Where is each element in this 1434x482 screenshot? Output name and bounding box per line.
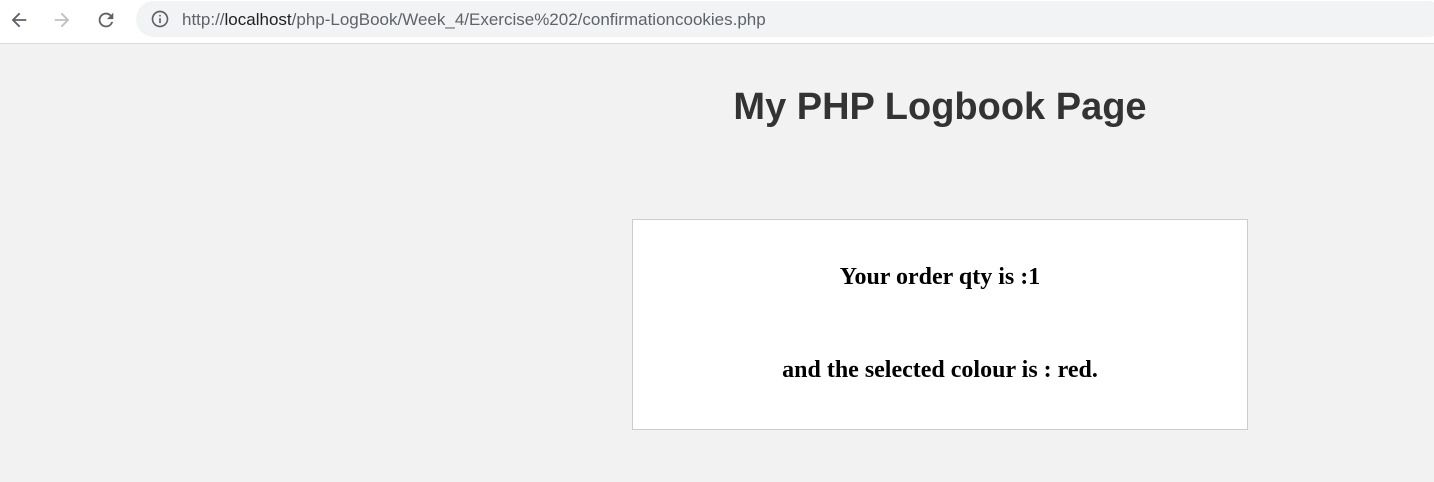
- arrow-left-icon: [11, 12, 27, 28]
- info-circle-icon[interactable]: [150, 9, 170, 29]
- back-button[interactable]: [5, 6, 33, 34]
- order-confirmation-box: Your order qty is :1 and the selected co…: [632, 219, 1248, 430]
- address-bar[interactable]: http://localhost/php-LogBook/Week_4/Exer…: [136, 1, 1434, 37]
- url-text[interactable]: http://localhost/php-LogBook/Week_4/Exer…: [182, 10, 766, 30]
- page-title: My PHP Logbook Page: [733, 86, 1147, 128]
- reload-icon: [98, 12, 114, 28]
- url-host: localhost: [224, 10, 292, 29]
- selected-colour-text: and the selected colour is : red.: [782, 357, 1098, 383]
- reload-button[interactable]: [92, 6, 120, 34]
- arrow-right-icon: [54, 12, 70, 28]
- order-qty-text: Your order qty is :1: [839, 264, 1041, 290]
- browser-toolbar: http://localhost/php-LogBook/Week_4/Exer…: [0, 0, 1434, 44]
- url-path: /php-LogBook/Week_4/Exercise%202/confirm…: [291, 10, 766, 29]
- forward-button[interactable]: [48, 6, 76, 34]
- url-prefix: http://: [182, 10, 225, 29]
